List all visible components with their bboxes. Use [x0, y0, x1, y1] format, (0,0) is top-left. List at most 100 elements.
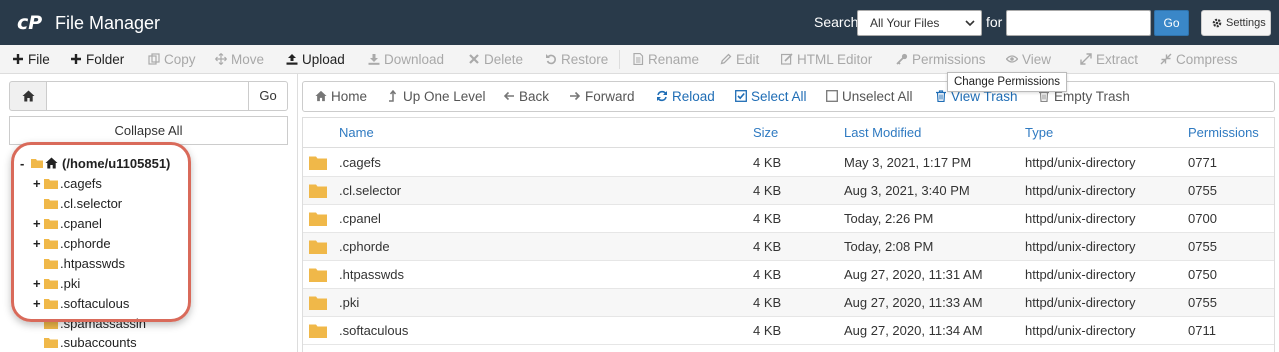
compress-button[interactable]: Compress — [1160, 45, 1238, 74]
arrow-left-icon — [503, 91, 514, 101]
file-permissions: 0700 — [1188, 211, 1217, 226]
table-row[interactable]: .cl.selector 4 KB Aug 3, 2021, 3:40 PM h… — [303, 177, 1274, 205]
path-input[interactable] — [46, 81, 249, 111]
up-one-level-button[interactable]: Up One Level — [387, 82, 486, 111]
download-label: Download — [384, 52, 445, 67]
file-type: httpd/unix-directory — [1025, 211, 1136, 226]
file-permissions: 0750 — [1188, 267, 1217, 282]
edit-icon — [720, 53, 732, 65]
highlight-annotation — [11, 142, 191, 322]
copy-icon — [148, 53, 160, 65]
tree-item-label: .subaccounts — [60, 335, 137, 350]
column-header-size[interactable]: Size — [753, 118, 778, 148]
move-button[interactable]: Move — [215, 45, 264, 74]
html-editor-button[interactable]: HTML Editor — [781, 45, 872, 74]
select-all-button[interactable]: Select All — [735, 82, 807, 111]
permissions-button[interactable]: Permissions — [896, 45, 986, 74]
table-row[interactable]: .pki 4 KB Aug 27, 2020, 11:33 AM httpd/u… — [303, 289, 1274, 317]
table-row[interactable]: .softaculous 4 KB Aug 27, 2020, 11:34 AM… — [303, 317, 1274, 345]
html-editor-label: HTML Editor — [797, 52, 873, 67]
toolbar-divider — [619, 50, 620, 69]
settings-label: Settings — [1226, 17, 1266, 29]
collapse-all-button[interactable]: Collapse All — [9, 116, 288, 145]
copy-label: Copy — [164, 52, 196, 67]
edit-label: Edit — [736, 52, 760, 67]
column-header-name[interactable]: Name — [339, 118, 374, 148]
reload-label: Reload — [672, 89, 715, 104]
settings-button[interactable]: Settings — [1201, 10, 1271, 36]
rename-label: Rename — [648, 52, 700, 67]
new-file-button[interactable]: File — [12, 45, 50, 74]
plus-icon — [71, 54, 81, 64]
search-input[interactable] — [1006, 10, 1151, 36]
table-row[interactable]: .cpanel 4 KB Today, 2:26 PM httpd/unix-d… — [303, 205, 1274, 233]
folder-icon — [309, 296, 327, 310]
folder-icon — [309, 156, 327, 170]
trash-icon — [936, 90, 946, 102]
upload-icon — [286, 54, 298, 65]
table-row[interactable]: .cphorde 4 KB Today, 2:08 PM httpd/unix-… — [303, 233, 1274, 261]
path-go-button[interactable]: Go — [248, 81, 288, 111]
file-size: 4 KB — [753, 295, 782, 310]
tree-home-button[interactable] — [9, 81, 47, 111]
move-label: Move — [231, 52, 265, 67]
select-all-label: Select All — [751, 89, 807, 104]
file-permissions: 0755 — [1188, 295, 1217, 310]
move-icon — [215, 53, 227, 65]
file-modified: Aug 27, 2020, 11:31 AM — [844, 267, 983, 282]
html-editor-icon — [781, 53, 793, 65]
back-button[interactable]: Back — [503, 82, 549, 111]
upload-button[interactable]: Upload — [286, 45, 345, 74]
folder-icon — [309, 324, 327, 338]
home-button[interactable]: Home — [315, 82, 367, 111]
navigation-actionbar: Home Up One Level Back Forward Reload Se… — [302, 81, 1275, 112]
file-permissions: 0711 — [1188, 323, 1216, 338]
edit-button[interactable]: Edit — [720, 45, 759, 74]
file-size: 4 KB — [753, 323, 782, 338]
file-name: .cagefs — [339, 155, 381, 170]
svg-text:cP: cP — [17, 12, 42, 33]
top-header: cP File Manager Search All Your Files fo… — [0, 0, 1279, 45]
home-label: Home — [331, 89, 368, 104]
reload-button[interactable]: Reload — [656, 82, 715, 111]
file-permissions: 0755 — [1188, 183, 1217, 198]
file-modified: Aug 27, 2020, 11:33 AM — [844, 295, 983, 310]
file-type: httpd/unix-directory — [1025, 267, 1136, 282]
delete-button[interactable]: Delete — [468, 45, 523, 74]
file-size: 4 KB — [753, 267, 782, 282]
new-file-label: File — [28, 52, 50, 67]
folder-icon — [44, 338, 58, 348]
search-label: Search — [814, 14, 859, 30]
extract-button[interactable]: Extract — [1080, 45, 1138, 74]
restore-button[interactable]: Restore — [545, 45, 608, 74]
column-header-last-modified[interactable]: Last Modified — [844, 118, 921, 148]
permissions-label: Permissions — [912, 52, 986, 67]
table-header: Name Size Last Modified Type Permissions — [303, 118, 1274, 148]
forward-button[interactable]: Forward — [569, 82, 635, 111]
search-scope-select[interactable]: All Your Files — [857, 10, 982, 36]
rename-button[interactable]: Rename — [632, 45, 699, 74]
file-size: 4 KB — [753, 211, 782, 226]
file-modified: Aug 27, 2020, 11:34 AM — [844, 323, 983, 338]
reload-icon — [657, 90, 667, 102]
table-row[interactable]: .htpasswds 4 KB Aug 27, 2020, 11:31 AM h… — [303, 261, 1274, 289]
file-type: httpd/unix-directory — [1025, 239, 1136, 254]
column-header-type[interactable]: Type — [1025, 118, 1053, 148]
download-button[interactable]: Download — [368, 45, 444, 74]
search-go-button[interactable]: Go — [1154, 10, 1189, 36]
folder-icon — [309, 240, 327, 254]
new-folder-button[interactable]: Folder — [70, 45, 124, 74]
file-size: 4 KB — [753, 183, 782, 198]
delete-icon — [469, 54, 479, 64]
view-button[interactable]: View — [1006, 45, 1051, 74]
for-label: for — [986, 14, 1003, 30]
table-row[interactable]: .cagefs 4 KB May 3, 2021, 1:17 PM httpd/… — [303, 149, 1274, 177]
extract-icon — [1080, 53, 1092, 65]
copy-button[interactable]: Copy — [148, 45, 196, 74]
column-header-permissions[interactable]: Permissions — [1188, 118, 1259, 148]
cpanel-logo-icon[interactable]: cP — [16, 11, 50, 33]
search-scope-value: All Your Files — [870, 16, 940, 30]
unselect-all-button[interactable]: Unselect All — [826, 82, 913, 111]
extract-label: Extract — [1096, 52, 1139, 67]
new-folder-label: Folder — [86, 52, 125, 67]
